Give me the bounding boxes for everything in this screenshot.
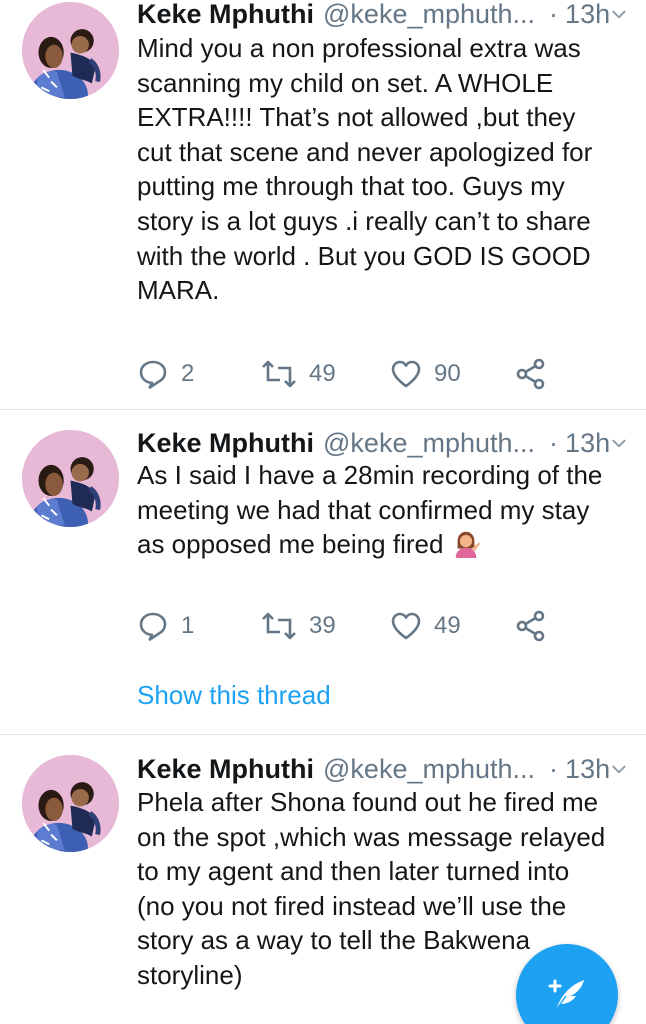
separator-dot: · bbox=[549, 427, 559, 458]
timestamp[interactable]: 13h bbox=[565, 754, 610, 785]
share-nodes-icon bbox=[515, 610, 547, 642]
show-thread-link[interactable]: Show this thread bbox=[137, 680, 331, 711]
tweet-header: Keke Mphuthi @keke_mphuth... · 13h bbox=[137, 751, 628, 787]
reply-button[interactable]: 1 bbox=[137, 608, 194, 644]
tweet-text: Mind you a non professional extra was sc… bbox=[137, 33, 593, 306]
tweet-text-body: As I said I have a 28min recording of th… bbox=[137, 460, 603, 560]
separator-dot: · bbox=[549, 0, 559, 29]
avatar[interactable] bbox=[22, 430, 119, 527]
author-name[interactable]: Keke Mphuthi bbox=[137, 0, 314, 30]
tweet-actions: 1 39 49 bbox=[137, 608, 557, 644]
tweet-card[interactable]: Keke Mphuthi @keke_mphuth... · 13h Mind … bbox=[0, 0, 646, 410]
chevron-down-icon[interactable] bbox=[610, 3, 628, 25]
heart-icon bbox=[390, 358, 422, 390]
retweet-arrows-icon bbox=[261, 610, 297, 642]
tweet-actions: 2 49 90 bbox=[137, 356, 557, 392]
timestamp[interactable]: 13h bbox=[565, 0, 610, 30]
chevron-down-icon[interactable] bbox=[610, 758, 628, 780]
heart-icon bbox=[390, 610, 422, 642]
retweet-count: 49 bbox=[309, 360, 336, 387]
author-name[interactable]: Keke Mphuthi bbox=[137, 428, 314, 459]
speech-bubble-icon bbox=[137, 610, 169, 642]
like-count: 90 bbox=[434, 360, 461, 387]
author-handle[interactable]: @keke_mphuth... bbox=[323, 428, 535, 459]
share-nodes-icon bbox=[515, 358, 547, 390]
retweet-button[interactable]: 39 bbox=[261, 608, 336, 644]
tweet-card[interactable]: Keke Mphuthi @keke_mphuth... · 13h As I … bbox=[0, 410, 646, 735]
woman-tipping-hand-emoji bbox=[451, 528, 481, 558]
compose-feather-icon bbox=[548, 979, 584, 1011]
tweet-text: As I said I have a 28min recording of th… bbox=[137, 458, 627, 562]
reply-count: 1 bbox=[181, 612, 195, 639]
share-button[interactable] bbox=[515, 356, 559, 392]
tweet-header: Keke Mphuthi @keke_mphuth... · 13h bbox=[137, 425, 628, 461]
retweet-count: 39 bbox=[309, 612, 336, 639]
author-handle[interactable]: @keke_mphuth... bbox=[323, 0, 535, 30]
reply-button[interactable]: 2 bbox=[137, 356, 194, 392]
author-name[interactable]: Keke Mphuthi bbox=[137, 754, 314, 785]
retweet-button[interactable]: 49 bbox=[261, 356, 336, 392]
retweet-arrows-icon bbox=[261, 358, 297, 390]
like-count: 49 bbox=[434, 612, 461, 639]
like-button[interactable]: 49 bbox=[390, 608, 461, 644]
separator-dot: · bbox=[549, 753, 559, 784]
timestamp[interactable]: 13h bbox=[565, 428, 610, 459]
avatar[interactable] bbox=[22, 755, 119, 852]
reply-count: 2 bbox=[181, 360, 195, 387]
author-handle[interactable]: @keke_mphuth... bbox=[323, 754, 535, 785]
like-button[interactable]: 90 bbox=[390, 356, 461, 392]
speech-bubble-icon bbox=[137, 358, 169, 390]
chevron-down-icon[interactable] bbox=[610, 432, 628, 454]
tweet-header: Keke Mphuthi @keke_mphuth... · 13h bbox=[137, 0, 628, 32]
avatar[interactable] bbox=[22, 2, 119, 99]
share-button[interactable] bbox=[515, 608, 559, 644]
